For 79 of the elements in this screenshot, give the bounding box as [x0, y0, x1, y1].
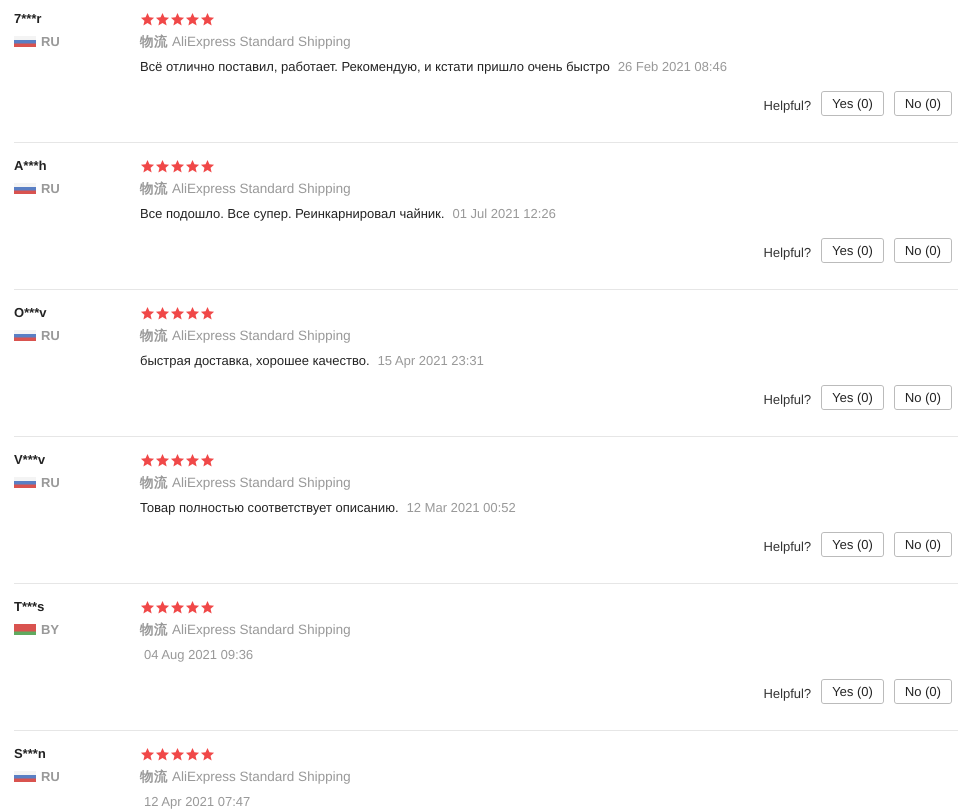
star-icon — [155, 452, 170, 468]
review-date: 04 Aug 2021 09:36 — [144, 646, 254, 664]
shipping-label: 物流 — [140, 474, 168, 492]
reviewer-name: V***v — [14, 451, 46, 469]
star-icon — [170, 746, 185, 762]
yes-button[interactable]: Yes (0) — [821, 679, 884, 704]
review-date: 12 Apr 2021 07:47 — [144, 793, 250, 809]
star-icon — [185, 12, 200, 26]
reviewer-name: A***h — [14, 157, 48, 175]
star-icon — [185, 158, 200, 174]
helpful-label: Helpful? — [763, 686, 812, 701]
no-button[interactable]: No (0) — [894, 532, 952, 557]
helpful-label: Helpful? — [763, 539, 812, 554]
star-icon — [185, 600, 200, 614]
no-button[interactable]: No (0) — [894, 679, 952, 704]
yes-button[interactable]: Yes (0) — [821, 91, 884, 116]
star-icon — [170, 12, 185, 26]
star-icon — [185, 452, 200, 468]
star-icon — [155, 12, 170, 26]
shipping-method: AliExpress Standard Shipping — [172, 768, 351, 786]
shipping-label: 物流 — [140, 768, 168, 786]
no-button[interactable]: No (0) — [894, 91, 952, 116]
no-button[interactable]: No (0) — [894, 385, 952, 410]
shipping-label: 物流 — [140, 621, 168, 639]
country-code: RU — [41, 769, 60, 784]
shipping-label: 物流 — [140, 33, 168, 51]
star-icon — [200, 452, 215, 468]
shipping-method: AliExpress Standard Shipping — [172, 180, 351, 198]
star-icon — [200, 158, 215, 174]
review-date: 12 Mar 2021 00:52 — [406, 499, 516, 517]
yes-button[interactable]: Yes (0) — [821, 385, 884, 410]
review-text: Все подошло. Все супер. Реинкарнировал чайник. — [140, 205, 444, 223]
helpful-label: Helpful? — [763, 392, 812, 407]
no-button[interactable]: No (0) — [894, 238, 952, 263]
review-text: быстрая доставка, хорошее качество. — [140, 352, 370, 370]
country-code: RU — [41, 181, 60, 196]
star-icon — [140, 158, 155, 174]
star-icon — [200, 600, 215, 614]
yes-button[interactable]: Yes (0) — [821, 532, 884, 557]
star-icon — [185, 306, 200, 320]
star-icon — [140, 452, 155, 468]
star-icon — [170, 306, 185, 320]
star-icon — [140, 600, 155, 614]
reviewer-name: S***n — [14, 745, 47, 763]
shipping-label: 物流 — [140, 180, 168, 198]
shipping-method: AliExpress Standard Shipping — [172, 327, 351, 345]
country-code: RU — [41, 328, 60, 343]
star-icon — [170, 158, 185, 174]
shipping-method: AliExpress Standard Shipping — [172, 33, 351, 51]
country-code: BY — [41, 622, 60, 637]
star-icon — [155, 158, 170, 174]
star-icon — [155, 306, 170, 320]
star-icon — [200, 746, 215, 762]
star-icon — [185, 746, 200, 762]
star-icon — [155, 600, 170, 614]
review-text: Всё отлично поставил, работает. Рекомендую, и кстати пришло очень быстро — [140, 58, 610, 76]
review-date: 15 Apr 2021 23:31 — [378, 352, 484, 370]
star-icon — [200, 12, 215, 26]
reviewer-name: 7***r — [14, 10, 42, 28]
shipping-method: AliExpress Standard Shipping — [172, 621, 351, 639]
review-date: 01 Jul 2021 12:26 — [452, 205, 556, 223]
yes-button[interactable]: Yes (0) — [821, 238, 884, 263]
star-icon — [170, 452, 185, 468]
helpful-label: Helpful? — [763, 245, 812, 260]
shipping-method: AliExpress Standard Shipping — [172, 474, 351, 492]
reviewer-name: O***v — [14, 304, 48, 322]
reviewer-name: T***s — [14, 598, 46, 616]
shipping-label: 物流 — [140, 327, 168, 345]
review-text: Товар полностью соответствует описанию. — [140, 499, 399, 517]
star-icon — [140, 746, 155, 762]
star-icon — [140, 12, 155, 26]
country-code: RU — [41, 475, 60, 490]
star-icon — [155, 746, 170, 762]
review-date: 26 Feb 2021 08:46 — [618, 58, 727, 76]
star-icon — [200, 306, 215, 320]
country-code: RU — [41, 34, 60, 49]
star-icon — [140, 306, 155, 320]
star-icon — [170, 600, 185, 614]
helpful-label: Helpful? — [763, 98, 812, 113]
